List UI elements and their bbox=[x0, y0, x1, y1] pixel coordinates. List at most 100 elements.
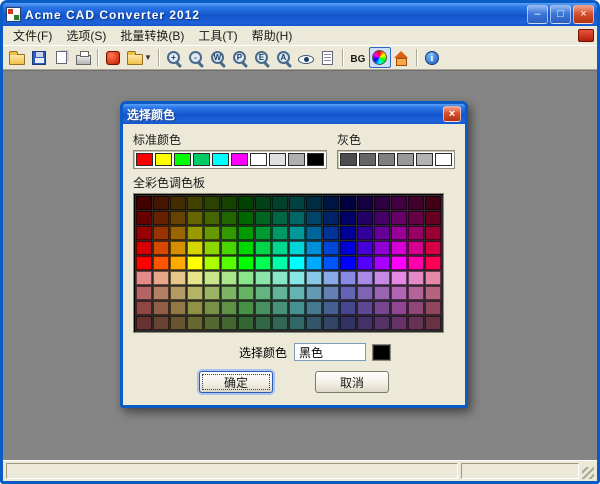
palette-color-swatch[interactable] bbox=[204, 196, 220, 210]
palette-color-swatch[interactable] bbox=[221, 286, 237, 300]
palette-color-swatch[interactable] bbox=[255, 226, 271, 240]
palette-color-swatch[interactable] bbox=[255, 271, 271, 285]
palette-color-swatch[interactable] bbox=[187, 301, 203, 315]
palette-color-swatch[interactable] bbox=[323, 196, 339, 210]
palette-color-swatch[interactable] bbox=[170, 256, 186, 270]
palette-color-swatch[interactable] bbox=[289, 241, 305, 255]
palette-color-swatch[interactable] bbox=[221, 226, 237, 240]
palette-color-swatch[interactable] bbox=[374, 256, 390, 270]
palette-color-swatch[interactable] bbox=[340, 256, 356, 270]
palette-color-swatch[interactable] bbox=[255, 211, 271, 225]
palette-color-swatch[interactable] bbox=[136, 226, 152, 240]
palette-color-swatch[interactable] bbox=[357, 271, 373, 285]
view-button[interactable] bbox=[295, 47, 317, 68]
gray-color-swatch[interactable] bbox=[378, 153, 395, 166]
palette-color-swatch[interactable] bbox=[289, 301, 305, 315]
palette-color-swatch[interactable] bbox=[289, 271, 305, 285]
palette-color-swatch[interactable] bbox=[272, 211, 288, 225]
palette-color-swatch[interactable] bbox=[391, 301, 407, 315]
palette-color-swatch[interactable] bbox=[170, 271, 186, 285]
palette-color-swatch[interactable] bbox=[323, 301, 339, 315]
palette-color-swatch[interactable] bbox=[374, 301, 390, 315]
palette-color-swatch[interactable] bbox=[153, 271, 169, 285]
palette-color-swatch[interactable] bbox=[323, 271, 339, 285]
palette-color-swatch[interactable] bbox=[272, 241, 288, 255]
palette-color-swatch[interactable] bbox=[340, 211, 356, 225]
palette-color-swatch[interactable] bbox=[425, 211, 441, 225]
palette-color-swatch[interactable] bbox=[136, 271, 152, 285]
palette-color-swatch[interactable] bbox=[408, 316, 424, 330]
palette-color-swatch[interactable] bbox=[153, 316, 169, 330]
menu-item-file[interactable]: 文件(F) bbox=[6, 26, 59, 45]
palette-color-swatch[interactable] bbox=[136, 301, 152, 315]
about-button[interactable] bbox=[421, 47, 443, 68]
palette-color-swatch[interactable] bbox=[221, 196, 237, 210]
background-color-button[interactable] bbox=[347, 47, 369, 68]
palette-color-swatch[interactable] bbox=[255, 316, 271, 330]
palette-color-swatch[interactable] bbox=[340, 316, 356, 330]
palette-color-swatch[interactable] bbox=[374, 226, 390, 240]
palette-color-swatch[interactable] bbox=[425, 241, 441, 255]
palette-color-swatch[interactable] bbox=[391, 256, 407, 270]
layout-button[interactable] bbox=[317, 47, 339, 68]
palette-color-swatch[interactable] bbox=[136, 241, 152, 255]
palette-color-swatch[interactable] bbox=[272, 286, 288, 300]
palette-color-swatch[interactable] bbox=[153, 301, 169, 315]
palette-color-swatch[interactable] bbox=[187, 256, 203, 270]
palette-color-swatch[interactable] bbox=[306, 241, 322, 255]
palette-color-swatch[interactable] bbox=[306, 286, 322, 300]
zoom-previous-button[interactable] bbox=[229, 47, 251, 68]
palette-color-swatch[interactable] bbox=[272, 271, 288, 285]
standard-color-swatch[interactable] bbox=[269, 153, 286, 166]
print-button[interactable] bbox=[72, 47, 94, 68]
palette-color-swatch[interactable] bbox=[408, 211, 424, 225]
palette-color-swatch[interactable] bbox=[408, 241, 424, 255]
menu-badge-icon[interactable] bbox=[578, 29, 594, 42]
color-palette-button[interactable] bbox=[369, 47, 391, 68]
zoom-all-button[interactable] bbox=[273, 47, 295, 68]
palette-color-swatch[interactable] bbox=[357, 226, 373, 240]
palette-color-swatch[interactable] bbox=[289, 226, 305, 240]
palette-color-swatch[interactable] bbox=[306, 226, 322, 240]
standard-color-swatch[interactable] bbox=[250, 153, 267, 166]
palette-color-swatch[interactable] bbox=[357, 256, 373, 270]
close-button[interactable]: × bbox=[573, 5, 594, 24]
palette-color-swatch[interactable] bbox=[289, 316, 305, 330]
cancel-button[interactable]: 取消 bbox=[315, 371, 389, 393]
palette-color-swatch[interactable] bbox=[187, 211, 203, 225]
palette-color-swatch[interactable] bbox=[374, 196, 390, 210]
standard-color-swatch[interactable] bbox=[193, 153, 210, 166]
palette-color-swatch[interactable] bbox=[221, 316, 237, 330]
palette-color-swatch[interactable] bbox=[204, 256, 220, 270]
palette-color-swatch[interactable] bbox=[425, 316, 441, 330]
palette-color-swatch[interactable] bbox=[391, 241, 407, 255]
palette-color-swatch[interactable] bbox=[272, 316, 288, 330]
zoom-window-button[interactable] bbox=[207, 47, 229, 68]
dialog-close-button[interactable]: × bbox=[443, 106, 461, 122]
palette-color-swatch[interactable] bbox=[340, 301, 356, 315]
palette-color-swatch[interactable] bbox=[136, 316, 152, 330]
palette-color-swatch[interactable] bbox=[204, 301, 220, 315]
palette-color-swatch[interactable] bbox=[425, 196, 441, 210]
selected-color-swatch[interactable] bbox=[373, 345, 390, 360]
palette-color-swatch[interactable] bbox=[289, 196, 305, 210]
palette-color-swatch[interactable] bbox=[272, 256, 288, 270]
gray-color-swatch[interactable] bbox=[359, 153, 376, 166]
palette-color-swatch[interactable] bbox=[153, 286, 169, 300]
standard-color-swatch[interactable] bbox=[174, 153, 191, 166]
palette-color-swatch[interactable] bbox=[408, 196, 424, 210]
palette-color-swatch[interactable] bbox=[340, 196, 356, 210]
palette-color-swatch[interactable] bbox=[425, 271, 441, 285]
standard-color-swatch[interactable] bbox=[155, 153, 172, 166]
palette-color-swatch[interactable] bbox=[255, 241, 271, 255]
selected-color-input[interactable] bbox=[294, 343, 366, 361]
palette-color-swatch[interactable] bbox=[340, 286, 356, 300]
home-button[interactable] bbox=[391, 47, 413, 68]
palette-color-swatch[interactable] bbox=[408, 256, 424, 270]
palette-color-swatch[interactable] bbox=[425, 301, 441, 315]
palette-color-swatch[interactable] bbox=[238, 286, 254, 300]
maximize-button[interactable]: □ bbox=[550, 5, 571, 24]
palette-color-swatch[interactable] bbox=[153, 241, 169, 255]
palette-color-swatch[interactable] bbox=[187, 241, 203, 255]
standard-color-swatch[interactable] bbox=[307, 153, 324, 166]
